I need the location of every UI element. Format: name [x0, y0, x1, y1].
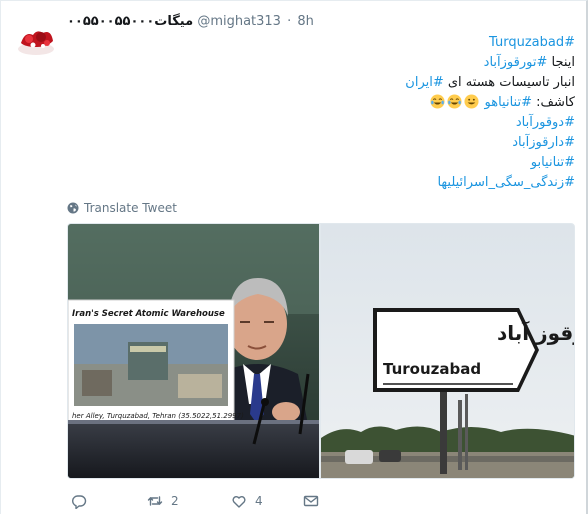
tweet-line-2: اینجا #تورقوزآباد — [67, 53, 575, 73]
sign-title: Iran's Secret Atomic Warehouse — [72, 309, 225, 319]
tweet: ۰۰۵۵۰۰میگات۵۵۰۰۰ @mighat313 · 8h #Turquz… — [0, 0, 588, 514]
road-sign-farsi: تورقوز آباد — [497, 320, 575, 345]
grinning-face-icon — [464, 94, 479, 109]
timestamp[interactable]: 8h — [297, 14, 314, 29]
tweet-media: Iran's Secret Atomic Warehouse her Alley… — [67, 223, 575, 479]
tweet-text-fragment: اینجا — [547, 55, 575, 70]
globe-icon — [67, 202, 79, 214]
tweet-line-1: #Turquzabad — [67, 33, 575, 53]
media-photo-netanyahu[interactable]: Iran's Secret Atomic Warehouse her Alley… — [68, 224, 319, 478]
reply-button[interactable] — [71, 491, 95, 511]
hashtag-link[interactable]: #زندگی_سگی_اسرائیلیها — [437, 175, 575, 190]
avatar-image — [13, 13, 59, 59]
tweet-text-fragment: کاشف: — [531, 95, 575, 110]
hashtag-link[interactable]: #تنانیاهو — [485, 95, 532, 110]
tweet-line-8: #زندگی_سگی_اسرائیلیها — [67, 173, 575, 193]
retweet-icon — [147, 496, 163, 506]
tweet-line-3: انبار تاسیسات هسته ای #ایران — [67, 73, 575, 93]
road-sign-latin: Turouzabad — [383, 360, 481, 378]
hashtag-link[interactable]: #ایران — [405, 75, 443, 90]
direct-message-button[interactable] — [303, 491, 319, 511]
like-button[interactable]: 4 — [231, 491, 263, 511]
tears-of-joy-icon — [430, 94, 445, 109]
like-count: 4 — [255, 494, 263, 508]
translate-tweet-button[interactable]: Translate Tweet — [67, 199, 177, 217]
tweet-text-fragment: انبار تاسیسات هسته ای — [443, 75, 575, 90]
tweet-line-7: #تنانیابو — [67, 153, 575, 173]
tweet-line-5: #دوقورآباد — [67, 113, 575, 133]
photo-speaker-with-sign: Iran's Secret Atomic Warehouse her Alley… — [68, 224, 319, 478]
translate-label: Translate Tweet — [84, 201, 177, 215]
tweet-line-6: #دارقوزآباد — [67, 133, 575, 153]
retweet-count: 2 — [171, 494, 179, 508]
tweet-text: #Turquzabad اینجا #تورقوزآباد انبار تاسی… — [67, 33, 575, 193]
tweet-line-4: کاشف: #تنانیاهو — [67, 93, 575, 113]
tweet-actions: 2 4 — [67, 491, 367, 511]
direct-message-icon — [303, 495, 319, 507]
like-icon — [232, 496, 246, 508]
display-name[interactable]: ۰۰۵۵۰۰میگات۵۵۰۰۰ — [67, 14, 193, 29]
hashtag-link[interactable]: #تورقوزآباد — [484, 55, 548, 70]
tears-of-joy-icon — [447, 94, 462, 109]
separator-dot: · — [287, 14, 292, 29]
hashtag-link[interactable]: #دوقورآباد — [516, 115, 575, 130]
hashtag-link[interactable]: #دارقوزآباد — [512, 135, 575, 150]
tweet-header: ۰۰۵۵۰۰میگات۵۵۰۰۰ @mighat313 · 8h — [67, 12, 576, 32]
sign-board: Iran's Secret Atomic Warehouse her Alley… — [68, 299, 244, 435]
reply-icon — [72, 495, 87, 509]
photo-road-sign: تورقوز آباد Turouzabad — [321, 224, 575, 478]
retweet-button[interactable]: 2 — [147, 491, 179, 511]
avatar[interactable] — [13, 13, 59, 59]
sign-caption: her Alley, Turquzabad, Tehran (35.5022,5… — [72, 412, 244, 420]
media-photo-road-sign[interactable]: تورقوز آباد Turouzabad — [321, 224, 575, 478]
hashtag-link[interactable]: #تنانیابو — [531, 155, 575, 170]
username[interactable]: @mighat313 — [197, 14, 281, 29]
hashtag-link[interactable]: #Turquzabad — [489, 35, 575, 50]
